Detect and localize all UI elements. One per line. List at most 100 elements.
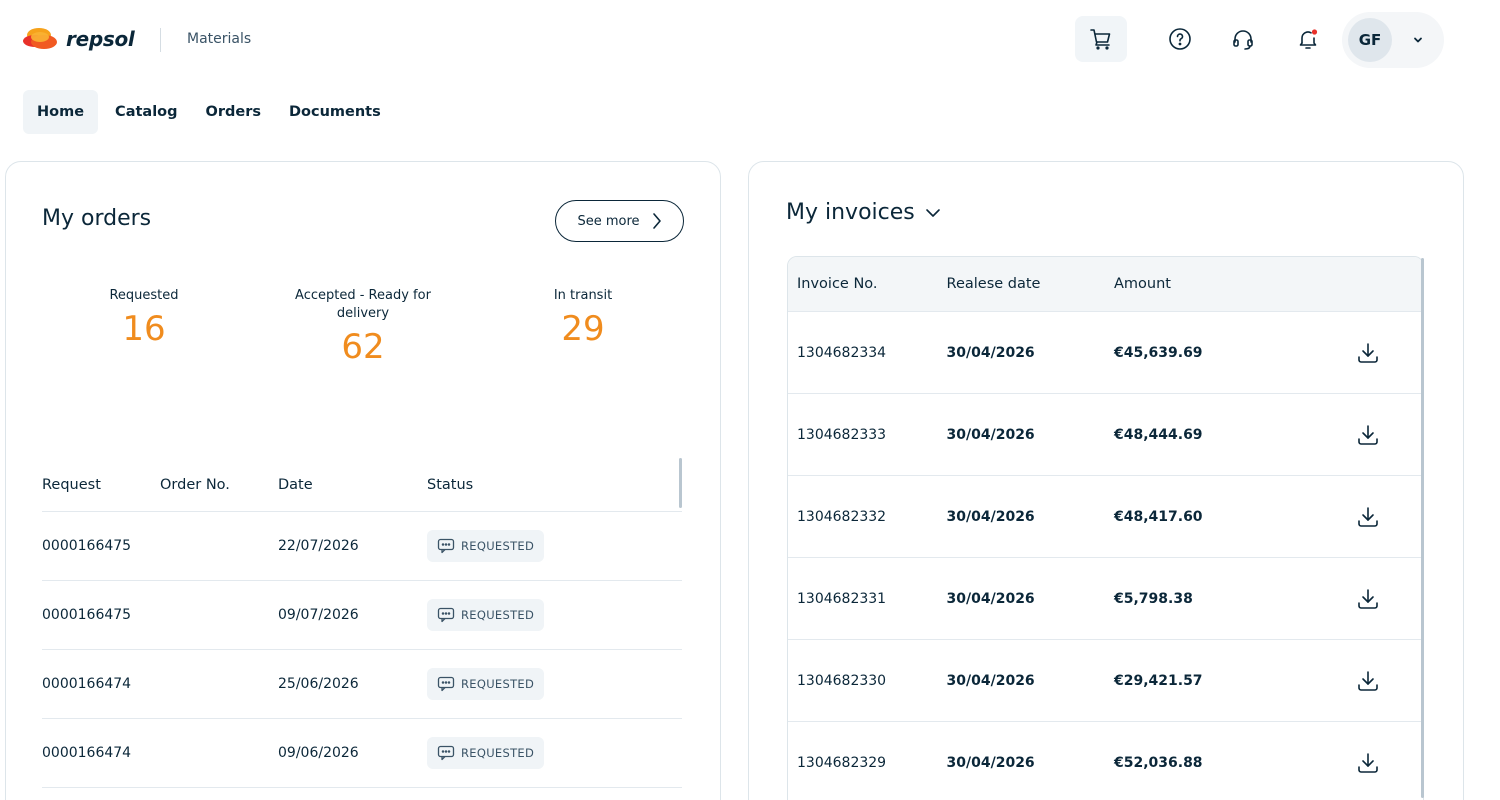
- download-icon: [1358, 752, 1378, 773]
- download-icon: [1358, 342, 1378, 363]
- order-date: 09/07/2026: [278, 607, 359, 623]
- table-row[interactable]: 0000166474 25/06/2026 REQUESTED: [42, 650, 682, 719]
- order-date: 25/06/2026: [278, 676, 359, 692]
- table-row[interactable]: 1304682330 30/04/2026 €29,421.57: [788, 640, 1423, 722]
- release-date: 30/04/2026: [946, 672, 1035, 689]
- see-more-button[interactable]: See more: [555, 200, 684, 242]
- orders-table-header: Request Order No. Date Status: [42, 458, 682, 512]
- chevron-down-icon: [925, 208, 940, 217]
- brand-name: repsol: [66, 27, 135, 51]
- table-row[interactable]: 0000166475 22/07/2026 REQUESTED: [42, 512, 682, 581]
- invoice-number: 1304682330: [797, 672, 887, 689]
- download-button[interactable]: [1313, 341, 1423, 365]
- stat-value: 62: [341, 327, 385, 367]
- column-header[interactable]: Date: [278, 477, 427, 493]
- invoice-number: 1304682334: [797, 344, 887, 361]
- nav-item-orders[interactable]: Orders: [192, 90, 275, 134]
- download-button[interactable]: [1313, 505, 1423, 529]
- bell-icon: [1299, 29, 1318, 49]
- invoice-amount: €48,444.69: [1113, 426, 1203, 443]
- order-date: 09/06/2026: [278, 745, 359, 761]
- status-label: REQUESTED: [461, 746, 535, 760]
- orders-title: My orders: [42, 206, 152, 231]
- table-row[interactable]: 1304682331 30/04/2026 €5,798.38: [788, 558, 1423, 640]
- status-badge: REQUESTED: [427, 668, 545, 700]
- table-row[interactable]: 1304682329 30/04/2026 €52,036.88: [788, 722, 1423, 800]
- column-header[interactable]: Request: [42, 477, 160, 493]
- table-row[interactable]: 1304682332 30/04/2026 €48,417.60: [788, 476, 1423, 558]
- table-row[interactable]: 0000166475 09/07/2026 REQUESTED: [42, 581, 682, 650]
- release-date: 30/04/2026: [946, 508, 1035, 525]
- column-header[interactable]: Status: [427, 477, 627, 493]
- release-date: 30/04/2026: [946, 344, 1035, 361]
- help-button[interactable]: [1154, 16, 1206, 62]
- repsol-logo[interactable]: repsol: [22, 22, 135, 56]
- table-row[interactable]: 0000166474 09/06/2026 REQUESTED: [42, 719, 682, 788]
- avatar: GF: [1348, 18, 1392, 62]
- column-header[interactable]: Invoice No.: [788, 276, 947, 292]
- invoice-number: 1304682332: [797, 508, 887, 525]
- invoices-title: My invoices: [786, 200, 915, 225]
- request-number: 0000166475: [42, 538, 132, 554]
- headset-icon: [1233, 30, 1253, 50]
- chat-bubble-icon: [437, 745, 455, 761]
- stat-requested[interactable]: Requested 16: [84, 287, 204, 349]
- column-header[interactable]: Realese date: [947, 276, 1114, 292]
- order-date: 22/07/2026: [278, 538, 359, 554]
- invoices-card: My invoices Invoice No. Realese date Amo…: [748, 161, 1464, 800]
- invoices-table-header: Invoice No. Realese date Amount: [788, 257, 1423, 312]
- user-menu[interactable]: GF: [1342, 12, 1444, 68]
- chevron-down-icon: [1414, 37, 1422, 43]
- download-button[interactable]: [1313, 751, 1423, 775]
- request-number: 0000166475: [42, 607, 132, 623]
- status-label: REQUESTED: [461, 608, 535, 622]
- orders-table: Request Order No. Date Status 0000166475…: [42, 458, 682, 788]
- download-icon: [1358, 424, 1378, 445]
- column-header[interactable]: Order No.: [160, 477, 278, 493]
- release-date: 30/04/2026: [946, 590, 1035, 607]
- chevron-right-icon: [652, 213, 661, 229]
- status-label: REQUESTED: [461, 677, 535, 691]
- app-name: Materials: [187, 31, 252, 47]
- notifications-button[interactable]: [1282, 16, 1334, 62]
- status-badge: REQUESTED: [427, 599, 545, 631]
- stat-label: Requested: [109, 288, 179, 303]
- download-button[interactable]: [1313, 669, 1423, 693]
- invoices-title-dropdown[interactable]: My invoices: [786, 200, 941, 225]
- orders-card: My orders See more Requested 16 Accepted…: [5, 161, 721, 800]
- nav-item-catalog[interactable]: Catalog: [98, 90, 191, 134]
- download-icon: [1358, 670, 1378, 691]
- cart-icon: [1090, 29, 1111, 50]
- stat-label: In transit: [553, 288, 613, 303]
- chat-bubble-icon: [437, 676, 455, 692]
- nav-item-home[interactable]: Home: [23, 90, 99, 134]
- invoice-amount: €52,036.88: [1113, 754, 1203, 771]
- invoices-scrollbar[interactable]: [1421, 258, 1424, 798]
- stat-accepted[interactable]: Accepted - Ready for delivery 62: [282, 287, 444, 367]
- status-label: REQUESTED: [461, 539, 535, 553]
- status-badge: REQUESTED: [427, 737, 545, 769]
- cart-button[interactable]: [1075, 16, 1127, 62]
- invoice-number: 1304682329: [797, 754, 887, 771]
- help-icon: [1169, 28, 1191, 50]
- request-number: 0000166474: [42, 745, 132, 761]
- download-button[interactable]: [1313, 423, 1423, 447]
- orders-scrollbar[interactable]: [679, 458, 682, 508]
- support-button[interactable]: [1217, 16, 1269, 62]
- release-date: 30/04/2026: [946, 754, 1035, 771]
- stat-in-transit[interactable]: In transit 29: [523, 287, 643, 349]
- chat-bubble-icon: [437, 538, 455, 554]
- nav-item-documents[interactable]: Documents: [275, 90, 395, 134]
- invoice-number: 1304682331: [797, 590, 887, 607]
- column-header[interactable]: Amount: [1114, 276, 1313, 292]
- chat-bubble-icon: [437, 607, 455, 623]
- invoice-amount: €5,798.38: [1113, 590, 1193, 607]
- download-button[interactable]: [1313, 587, 1423, 611]
- table-row[interactable]: 1304682333 30/04/2026 €48,444.69: [788, 394, 1423, 476]
- stat-value: 16: [122, 309, 166, 349]
- main-nav: Home Catalog Orders Documents: [23, 90, 395, 134]
- download-icon: [1358, 588, 1378, 609]
- request-number: 0000166474: [42, 676, 132, 692]
- invoice-amount: €45,639.69: [1113, 344, 1203, 361]
- table-row[interactable]: 1304682334 30/04/2026 €45,639.69: [788, 312, 1423, 394]
